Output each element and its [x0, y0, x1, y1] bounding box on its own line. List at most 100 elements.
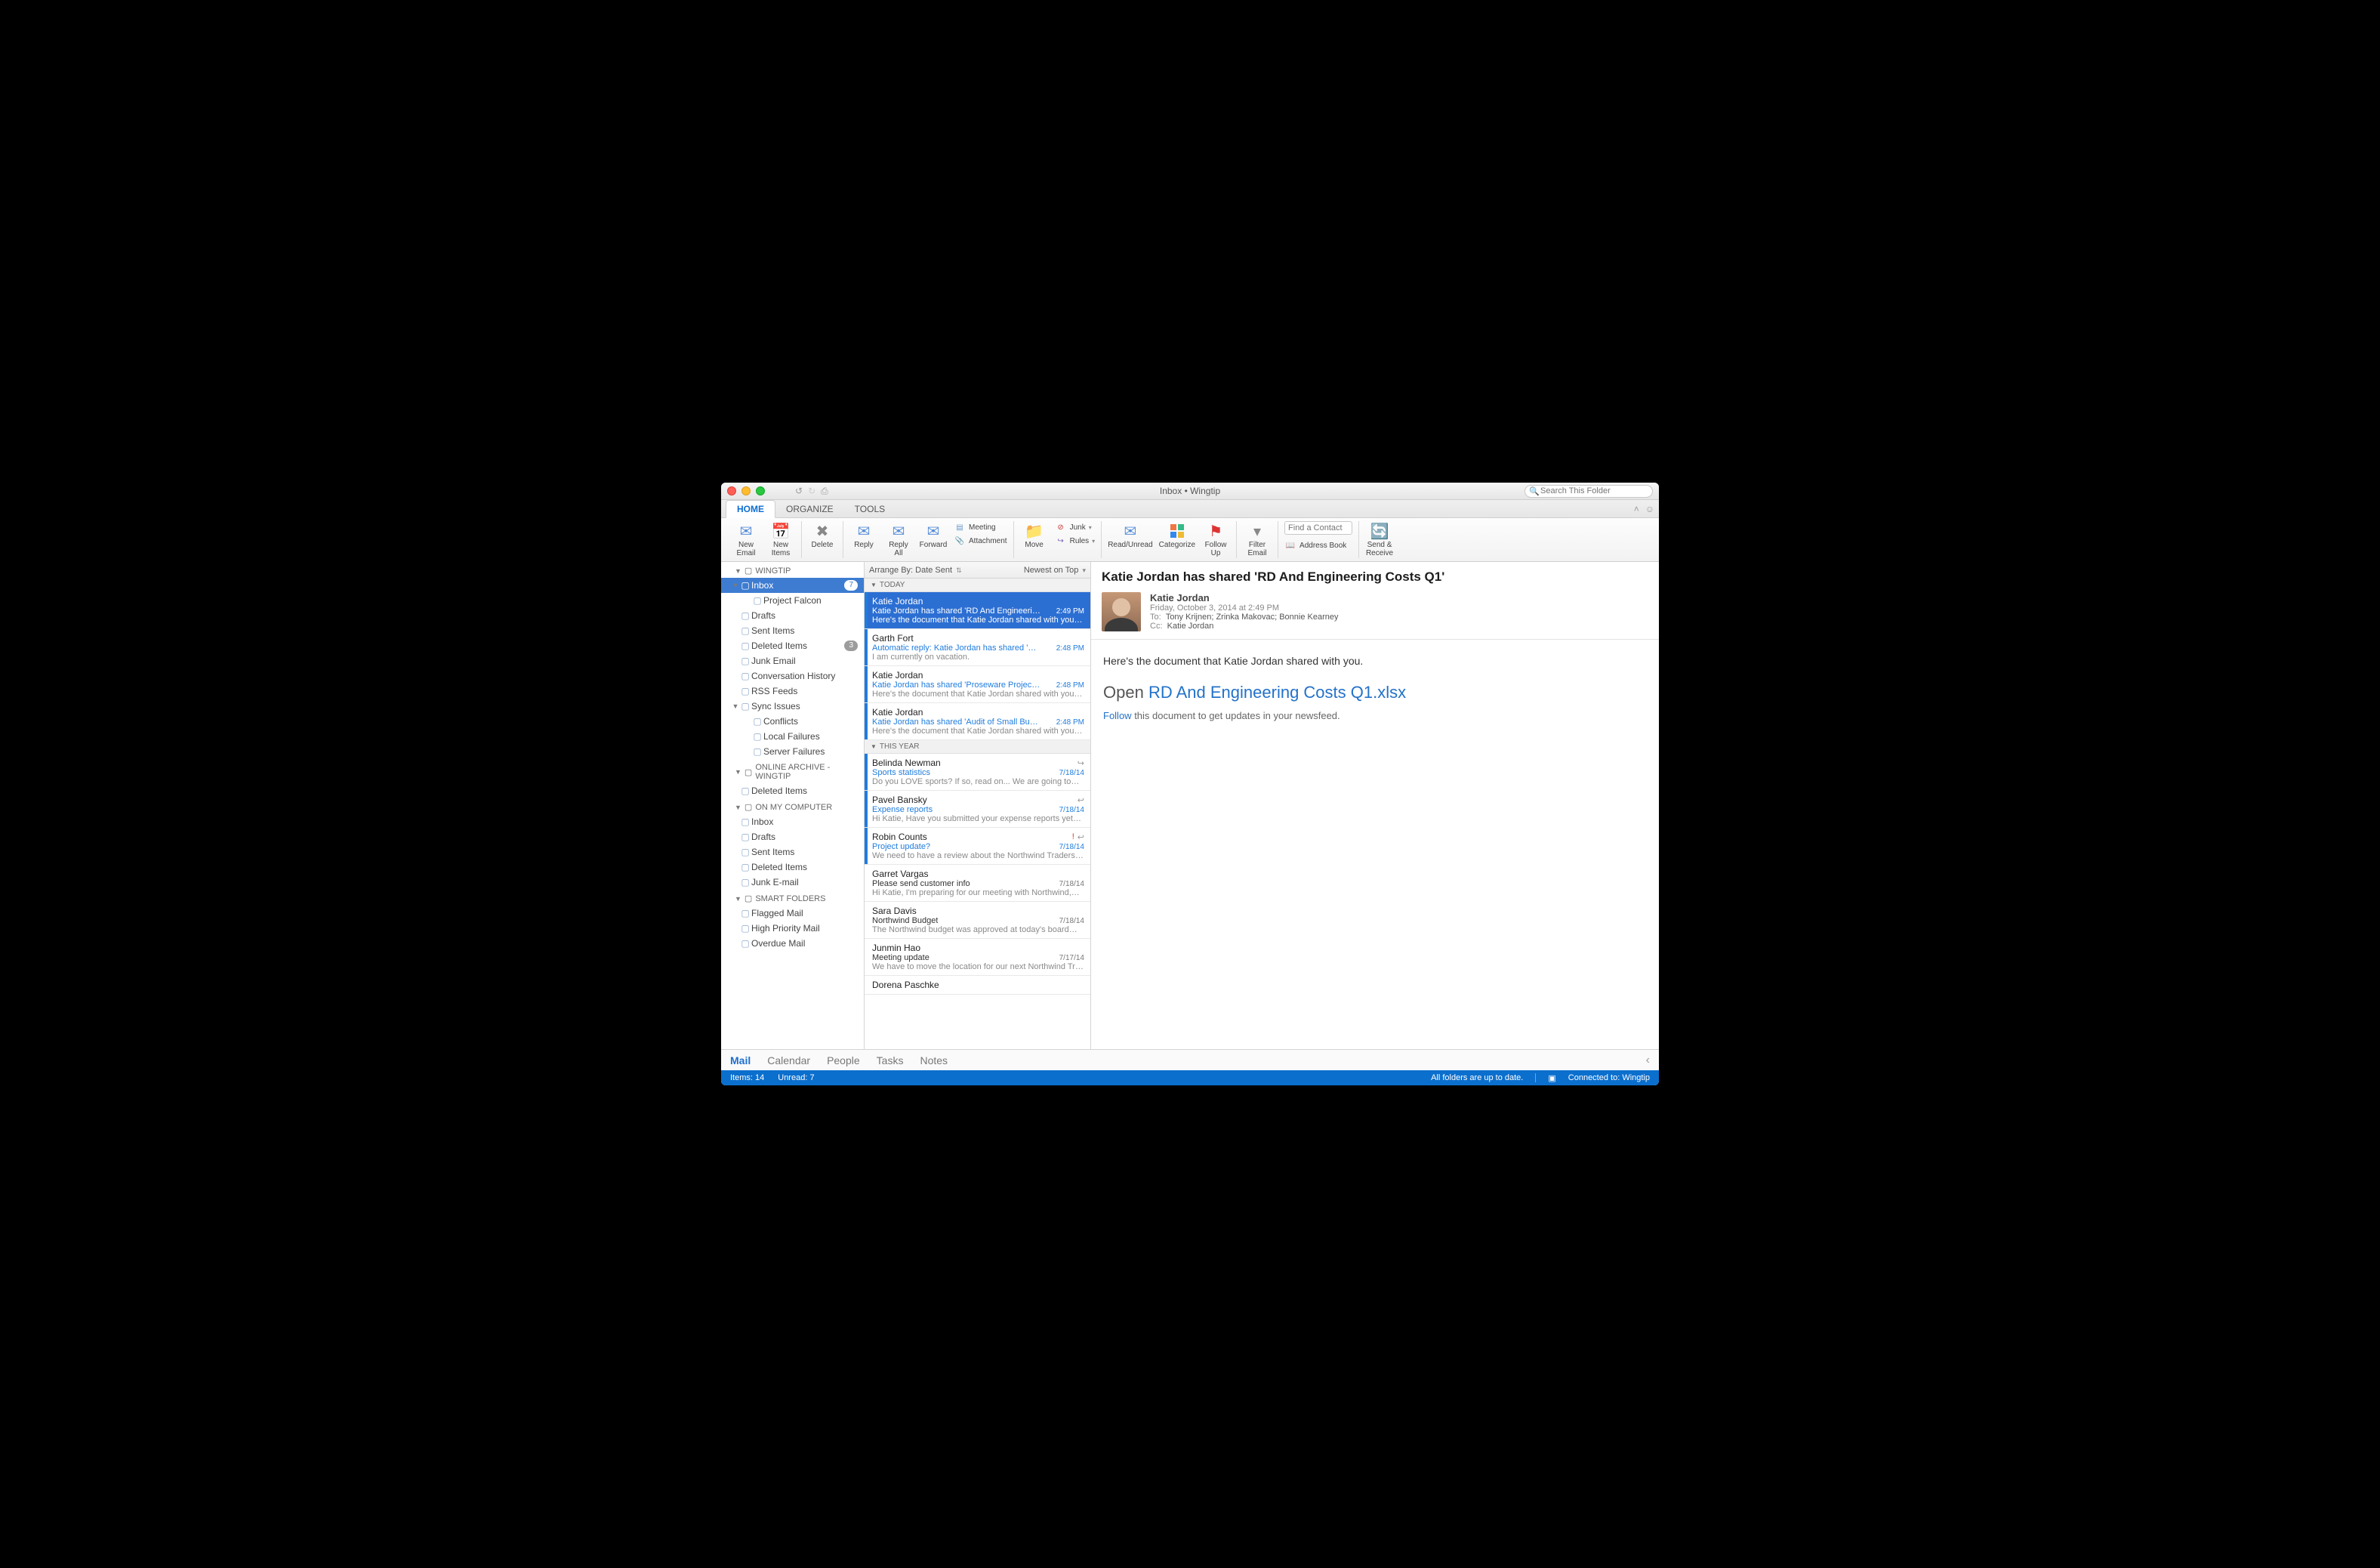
folder-node[interactable]: ▢Local Failures — [721, 729, 864, 744]
reading-date: Friday, October 3, 2014 at 2:49 PM — [1150, 603, 1338, 613]
folder-node[interactable]: ▢Conversation History — [721, 668, 864, 684]
ribbon: ✉︎ NewEmail 📅 NewItems ✖ Delete ✉︎ Reply… — [721, 518, 1659, 562]
nav-notes[interactable]: Notes — [920, 1054, 948, 1066]
tab-tools[interactable]: TOOLS — [844, 501, 896, 517]
find-contact-field[interactable] — [1284, 521, 1352, 535]
tab-organize[interactable]: ORGANIZE — [775, 501, 844, 517]
message-item[interactable]: Katie JordanKatie Jordan has shared 'RD … — [865, 592, 1090, 629]
folder-node[interactable]: ▢RSS Feeds — [721, 684, 864, 699]
message-item[interactable]: Junmin HaoMeeting update7/17/14We have t… — [865, 939, 1090, 976]
outlook-icon: ▣ — [1548, 1073, 1555, 1083]
reading-header: Katie Jordan Friday, October 3, 2014 at … — [1091, 586, 1659, 640]
message-item[interactable]: Robin Counts!↩Project update?7/18/14We n… — [865, 828, 1090, 865]
account-header[interactable]: ▼▢SMART FOLDERS — [721, 890, 864, 906]
status-unread: Unread: 7 — [778, 1073, 814, 1082]
folder-node[interactable]: ▢High Priority Mail — [721, 921, 864, 936]
folder-node[interactable]: ▢Flagged Mail — [721, 906, 864, 921]
flag-icon: ⚑ — [1205, 521, 1226, 541]
follow-link[interactable]: Follow — [1103, 710, 1132, 721]
message-item[interactable]: Belinda Newman↪Sports statistics7/18/14D… — [865, 754, 1090, 791]
attachment-button[interactable]: 📎Attachment — [954, 535, 1007, 547]
reply-icon: ✉︎ — [853, 521, 874, 541]
sort-label[interactable]: Newest on Top — [1024, 566, 1079, 575]
replied-icon: ↩ — [1077, 795, 1084, 805]
forward-button[interactable]: ✉︎ Forward — [919, 521, 948, 549]
folder-node[interactable]: ▢Deleted Items — [721, 783, 864, 798]
block-icon: ⊘ — [1055, 521, 1067, 533]
search-input[interactable] — [1524, 485, 1653, 498]
follow-line: Follow this document to get updates in y… — [1103, 709, 1647, 724]
open-document-line: Open RD And Engineering Costs Q1.xlsx — [1103, 681, 1647, 705]
calendar-icon: ▤ — [954, 521, 966, 533]
junk-button[interactable]: ⊘Junk▾ — [1055, 521, 1096, 533]
rules-button[interactable]: ↪Rules▾ — [1055, 535, 1096, 547]
folder-node[interactable]: ▢Sent Items — [721, 844, 864, 860]
message-item[interactable]: Garret VargasPlease send customer info7/… — [865, 865, 1090, 902]
nav-calendar[interactable]: Calendar — [767, 1054, 810, 1066]
smiley-icon[interactable]: ☺ — [1645, 504, 1654, 514]
search-icon: 🔍 — [1529, 486, 1540, 496]
rules-icon: ↪ — [1055, 535, 1067, 547]
folder-node[interactable]: ▢Server Failures — [721, 744, 864, 759]
folder-node[interactable]: ▢Project Falcon — [721, 593, 864, 608]
account-header[interactable]: ▼▢Online Archive - Wingtip — [721, 759, 864, 783]
account-header[interactable]: ▼▢ON MY COMPUTER — [721, 798, 864, 814]
folder-sidebar[interactable]: ▼▢WINGTIP▼▢Inbox7▢Project Falcon▢Drafts▢… — [721, 562, 865, 1049]
body-intro: Here's the document that Katie Jordan sh… — [1103, 653, 1647, 668]
folder-node[interactable]: ▢Drafts — [721, 829, 864, 844]
replied-icon: ↩ — [1077, 832, 1084, 842]
important-icon: ! — [1072, 832, 1074, 842]
list-group-header[interactable]: ▼THIS YEAR — [865, 740, 1090, 754]
folder-node[interactable]: ▢Drafts — [721, 608, 864, 623]
nav-people[interactable]: People — [827, 1054, 860, 1066]
categorize-button[interactable]: Categorize — [1159, 521, 1195, 549]
folder-node[interactable]: ▢Deleted Items — [721, 860, 864, 875]
message-item[interactable]: Garth FortAutomatic reply: Katie Jordan … — [865, 629, 1090, 666]
envelope-plus-icon: ✉︎ — [735, 521, 757, 541]
message-item[interactable]: Dorena Paschke — [865, 976, 1090, 995]
message-item[interactable]: Pavel Bansky↩Expense reports7/18/14Hi Ka… — [865, 791, 1090, 828]
nav-tasks[interactable]: Tasks — [877, 1054, 904, 1066]
nav-mail[interactable]: Mail — [730, 1054, 751, 1066]
folder-node[interactable]: ▢Overdue Mail — [721, 936, 864, 951]
filter-email-button[interactable]: ▾ FilterEmail — [1243, 521, 1272, 557]
collapse-ribbon-icon[interactable]: ˄ — [1634, 504, 1639, 514]
folder-node[interactable]: ▢Conflicts — [721, 714, 864, 729]
folder-node[interactable]: ▢Inbox — [721, 814, 864, 829]
follow-up-button[interactable]: ⚑ FollowUp — [1201, 521, 1230, 557]
reply-all-button[interactable]: ✉︎ ReplyAll — [884, 521, 913, 557]
folder-node[interactable]: ▢Sent Items — [721, 623, 864, 638]
meeting-button[interactable]: ▤Meeting — [954, 521, 1007, 533]
search-box[interactable]: 🔍 — [1524, 485, 1653, 498]
new-items-button[interactable]: 📅 NewItems — [766, 521, 795, 557]
message-list[interactable]: ▼TODAYKatie JordanKatie Jordan has share… — [865, 579, 1090, 1049]
folder-node[interactable]: ▢Junk E-mail — [721, 875, 864, 890]
module-nav: Mail Calendar People Tasks Notes ‹ — [721, 1049, 1659, 1070]
reading-body: Here's the document that Katie Jordan sh… — [1091, 640, 1659, 737]
nav-more-icon[interactable]: ‹ — [1646, 1054, 1650, 1067]
delete-button[interactable]: ✖ Delete — [808, 521, 837, 549]
forwarded-icon: ↪ — [1077, 758, 1084, 768]
document-link[interactable]: RD And Engineering Costs Q1.xlsx — [1148, 683, 1406, 702]
list-header[interactable]: Arrange By: Date Sent ⇅ Newest on Top ▾ — [865, 562, 1090, 579]
folder-node[interactable]: ▼▢Inbox7 — [721, 578, 864, 593]
message-item[interactable]: Katie JordanKatie Jordan has shared 'Pro… — [865, 666, 1090, 703]
reply-all-icon: ✉︎ — [888, 521, 909, 541]
message-item[interactable]: Sara DavisNorthwind Budget7/18/14The Nor… — [865, 902, 1090, 939]
reply-button[interactable]: ✉︎ Reply — [849, 521, 878, 549]
folder-node[interactable]: ▼▢Sync Issues — [721, 699, 864, 714]
move-button[interactable]: 📁 Move — [1020, 521, 1049, 549]
send-receive-button[interactable]: 🔄 Send &Receive — [1365, 521, 1394, 557]
folder-node[interactable]: ▢Junk Email — [721, 653, 864, 668]
calendar-plus-icon: 📅 — [770, 521, 791, 541]
account-header[interactable]: ▼▢WINGTIP — [721, 562, 864, 578]
arrange-by-label[interactable]: Arrange By: Date Sent — [869, 566, 952, 575]
tab-home[interactable]: HOME — [726, 500, 775, 518]
read-unread-button[interactable]: ✉︎ Read/Unread — [1108, 521, 1152, 549]
message-item[interactable]: Katie JordanKatie Jordan has shared 'Aud… — [865, 703, 1090, 740]
new-email-button[interactable]: ✉︎ NewEmail — [732, 521, 760, 557]
find-contact-input[interactable] — [1284, 521, 1352, 535]
list-group-header[interactable]: ▼TODAY — [865, 579, 1090, 592]
address-book-button[interactable]: 📖Address Book — [1284, 539, 1352, 551]
folder-node[interactable]: ▢Deleted Items3 — [721, 638, 864, 653]
